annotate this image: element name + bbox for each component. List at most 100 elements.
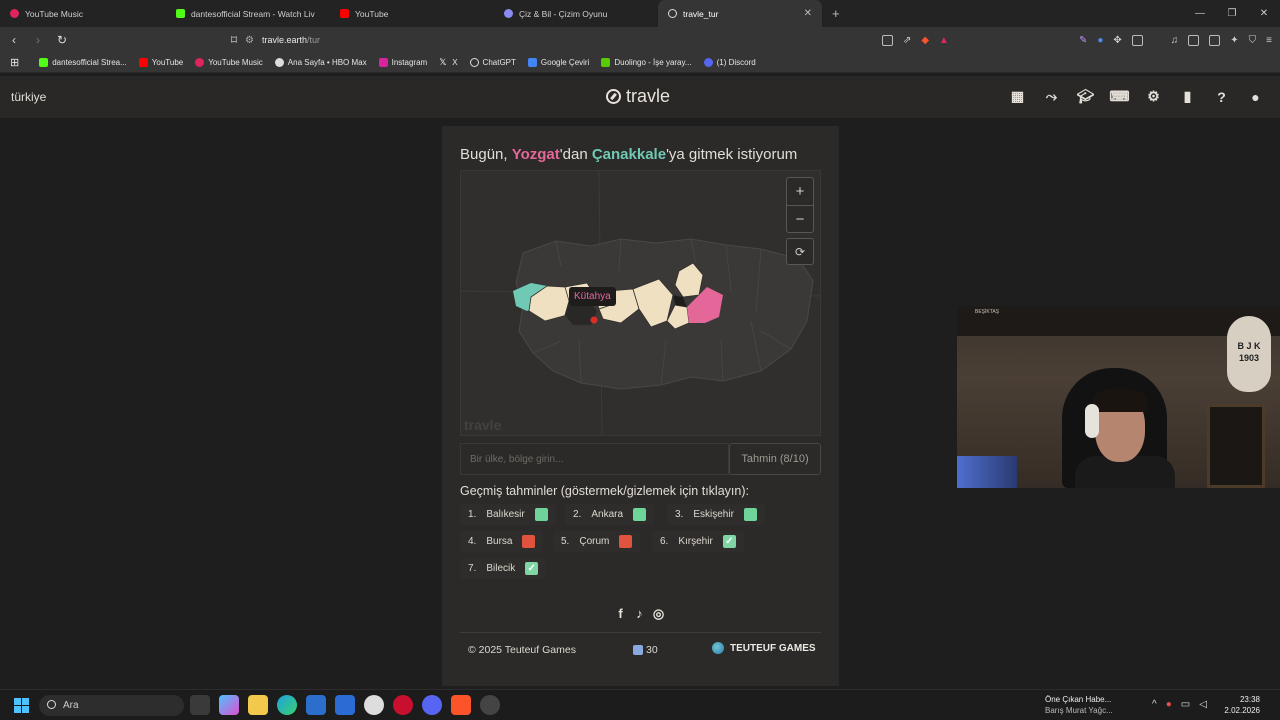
bookmark-icon[interactable]: ⌑ bbox=[224, 33, 244, 47]
bookmark-x[interactable]: 𝕏X bbox=[433, 58, 463, 68]
turkey-map[interactable]: + − ⟳ Kütahya travle bbox=[460, 170, 821, 436]
zoom-in-button[interactable]: + bbox=[787, 178, 813, 205]
gear-icon[interactable]: ⚙ bbox=[1145, 88, 1162, 105]
youtube-icon bbox=[138, 58, 148, 67]
bookmark-google-translate[interactable]: Google Çeviri bbox=[522, 58, 595, 67]
copilot-icon[interactable] bbox=[219, 695, 239, 715]
tab-youtube[interactable]: YouTube bbox=[330, 0, 494, 27]
brand-logo[interactable]: travle bbox=[606, 86, 670, 107]
extension-pen-icon[interactable]: ✎ bbox=[1079, 35, 1087, 46]
guess-button[interactable]: Tahmin (8/10) bbox=[729, 443, 821, 475]
media-icon[interactable]: ♫ bbox=[1171, 35, 1179, 46]
apps-grid-icon[interactable]: ⊞ bbox=[4, 56, 25, 69]
history-item[interactable]: 5. Çorum bbox=[553, 531, 641, 552]
bookmark-instagram[interactable]: Instagram bbox=[373, 58, 434, 67]
tab-ciz-bil[interactable]: Çiz & Bil - Çizim Oyunu bbox=[494, 0, 658, 27]
brave-icon[interactable] bbox=[451, 695, 471, 715]
news-widget[interactable]: Öne Çıkan Habe... Barış Murat Yağc... bbox=[1045, 694, 1113, 716]
bookmark-discord[interactable]: (1) Discord bbox=[698, 58, 762, 67]
wall-frame bbox=[1207, 404, 1265, 488]
map-canvas bbox=[461, 171, 820, 435]
region-selector[interactable]: türkiye bbox=[11, 90, 46, 104]
history-item[interactable]: 4. Bursa bbox=[460, 531, 544, 552]
cast-icon[interactable] bbox=[881, 34, 893, 46]
besiktas-crest: B J K 1903 bbox=[1227, 316, 1271, 392]
valorant-icon[interactable] bbox=[393, 695, 413, 715]
close-window-icon[interactable]: ✕ bbox=[1248, 0, 1280, 27]
volume-icon[interactable]: ◁ bbox=[1199, 699, 1207, 710]
gamepad-icon[interactable]: ⌨ bbox=[1109, 88, 1129, 105]
sidebar-icon[interactable] bbox=[1188, 34, 1200, 46]
calendar-icon[interactable]: ▦ bbox=[1009, 88, 1026, 105]
zoom-out-button[interactable]: − bbox=[787, 205, 813, 232]
store-icon[interactable] bbox=[306, 695, 326, 715]
route-icon[interactable]: ⤳ bbox=[1043, 88, 1060, 105]
microphone-icon[interactable]: ● bbox=[1166, 699, 1172, 710]
bookmark-chatgpt[interactable]: ChatGPT bbox=[464, 58, 522, 67]
taskbar-search[interactable]: Ara bbox=[39, 695, 184, 716]
tab-kick-stream[interactable]: dantesofficial Stream - Watch Liv bbox=[166, 0, 330, 27]
history-item[interactable]: 1. Balıkesir bbox=[460, 504, 556, 525]
history-item[interactable]: 7. Bilecik ✓ bbox=[460, 558, 547, 579]
history-item[interactable]: 6. Kırşehir ✓ bbox=[652, 531, 744, 552]
teuteuf-link[interactable]: TEUTEUF GAMES bbox=[712, 642, 816, 654]
bookmark-hbo-max[interactable]: Ana Sayfa • HBO Max bbox=[269, 58, 373, 67]
bookmark-youtube[interactable]: YouTube bbox=[133, 58, 189, 67]
streak-counter: 30 bbox=[633, 644, 658, 656]
guess-input[interactable] bbox=[460, 443, 729, 475]
bookmark-label: YouTube Music bbox=[208, 58, 263, 67]
new-tab-button[interactable]: + bbox=[822, 6, 850, 21]
steam-icon[interactable] bbox=[364, 695, 384, 715]
close-tab-icon[interactable]: ✕ bbox=[804, 8, 812, 19]
address-bar[interactable]: ⚙ travle.earth/tur bbox=[245, 27, 320, 53]
screenshot-icon[interactable] bbox=[1131, 34, 1143, 46]
back-icon[interactable]: ‹ bbox=[4, 33, 24, 47]
brave-rewards-icon[interactable]: ▲ bbox=[939, 35, 949, 46]
tiktok-icon[interactable]: ♪ bbox=[633, 606, 646, 621]
menu-icon[interactable]: ≡ bbox=[1266, 35, 1272, 46]
site-info-icon[interactable]: ⚙ bbox=[245, 35, 254, 46]
bookmark-duolingo[interactable]: Duolingo - İşe yaray... bbox=[595, 58, 697, 67]
map-tooltip: Kütahya bbox=[569, 287, 616, 306]
tab-youtube-music[interactable]: YouTube Music bbox=[0, 0, 166, 27]
bookmark-kick[interactable]: dantesofficial Strea... bbox=[33, 58, 133, 67]
minimize-icon[interactable]: — bbox=[1184, 0, 1216, 27]
facebook-icon[interactable]: f bbox=[614, 606, 627, 621]
maximize-icon[interactable]: ❐ bbox=[1216, 0, 1248, 27]
extensions-icon[interactable]: ✥ bbox=[1113, 35, 1121, 46]
obs-icon[interactable] bbox=[480, 695, 500, 715]
leo-ai-icon[interactable]: ✦ bbox=[1230, 35, 1238, 46]
reset-view-button[interactable]: ⟳ bbox=[786, 238, 814, 265]
discord-icon[interactable] bbox=[422, 695, 442, 715]
forward-icon[interactable]: › bbox=[28, 33, 48, 47]
bookmark-label: Duolingo - İşe yaray... bbox=[614, 58, 692, 67]
wallet-icon[interactable] bbox=[1209, 34, 1221, 46]
task-view-icon[interactable] bbox=[190, 695, 210, 715]
history-item[interactable]: 2. Ankara bbox=[565, 504, 655, 525]
system-clock[interactable]: 23:38 2.02.2026 bbox=[1224, 694, 1260, 716]
history-item[interactable]: 3. Eskişehir bbox=[667, 504, 765, 525]
tab-travle[interactable]: travle_tur ✕ bbox=[658, 0, 822, 27]
graduation-cap-icon[interactable]: 🎓︎ bbox=[1077, 88, 1095, 105]
windows-start-icon[interactable] bbox=[14, 698, 29, 713]
reload-icon[interactable]: ↻ bbox=[52, 33, 72, 47]
bookmark-youtube-music[interactable]: YouTube Music bbox=[189, 58, 269, 67]
bar-chart-icon[interactable]: ▮ bbox=[1179, 88, 1196, 105]
mail-icon[interactable] bbox=[335, 695, 355, 715]
network-icon[interactable]: ▭ bbox=[1181, 699, 1190, 710]
vpn-icon[interactable]: ⛉ bbox=[1249, 35, 1257, 46]
search-icon bbox=[47, 700, 56, 709]
extension-blue-icon[interactable]: ● bbox=[1097, 35, 1103, 46]
user-icon[interactable]: ● bbox=[1247, 88, 1264, 105]
chevron-up-icon[interactable]: ^ bbox=[1152, 699, 1157, 710]
help-icon[interactable]: ? bbox=[1213, 88, 1230, 105]
file-explorer-icon[interactable] bbox=[248, 695, 268, 715]
browser-toolbar-icons: ⇗ ◆ ▲ ✎ ● ✥ ♫ ✦ ⛉ ≡ bbox=[881, 27, 1272, 53]
edge-icon[interactable] bbox=[277, 695, 297, 715]
history-name: Çorum bbox=[579, 536, 610, 547]
tab-label: travle_tur bbox=[683, 8, 719, 19]
instagram-icon[interactable]: ◎ bbox=[652, 606, 665, 621]
history-title[interactable]: Geçmiş tahminler (göstermek/gizlemek içi… bbox=[460, 484, 749, 498]
share-icon[interactable]: ⇗ bbox=[903, 35, 911, 46]
brave-shield-icon[interactable]: ◆ bbox=[921, 35, 929, 46]
